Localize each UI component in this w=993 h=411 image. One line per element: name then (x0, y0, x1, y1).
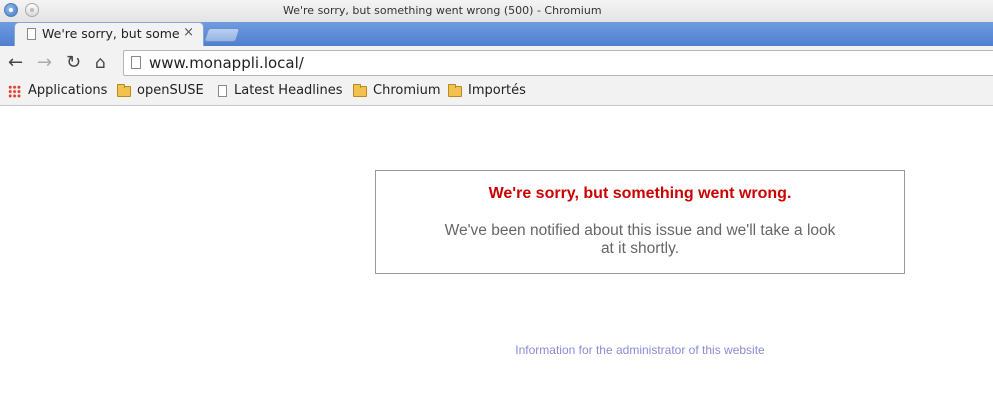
bookmark-label: Chromium (373, 83, 441, 98)
page-icon (27, 28, 36, 40)
folder-icon (448, 84, 462, 97)
tab-title: We're sorry, but something went wrong (5… (42, 26, 180, 41)
error-message: We've been notified about this issue and… (444, 222, 836, 257)
error-dialog: We're sorry, but something went wrong. W… (375, 170, 905, 274)
apps-grid-icon (8, 85, 21, 98)
admin-info-link[interactable]: Information for the administrator of thi… (375, 343, 905, 357)
window-titlebar: We're sorry, but something went wrong (5… (0, 0, 993, 23)
page-icon (131, 56, 141, 69)
forward-arrow-icon[interactable]: → (37, 53, 52, 73)
bookmark-label: Latest Headlines (234, 83, 343, 98)
url-text[interactable]: www.monappli.local/ (149, 54, 304, 72)
folder-icon (353, 84, 367, 97)
bookmark-label: Applications (28, 83, 108, 98)
tab-close-icon[interactable]: × (183, 25, 194, 40)
error-title: We're sorry, but something went wrong. (488, 185, 792, 202)
window-title: We're sorry, but something went wrong (5… (283, 4, 602, 17)
home-icon[interactable]: ⌂ (95, 53, 106, 73)
folder-icon (117, 84, 131, 97)
bookmark-label: Importés (468, 83, 526, 98)
page-icon (218, 85, 227, 97)
bookmark-label: openSUSE (137, 83, 204, 98)
reload-icon[interactable]: ↻ (66, 53, 81, 73)
new-tab-button[interactable] (203, 28, 241, 42)
address-bar[interactable]: www.monappli.local/ (123, 50, 993, 76)
back-arrow-icon[interactable]: ← (8, 53, 23, 73)
browser-tab[interactable]: We're sorry, but something went wrong (5… (14, 22, 204, 46)
